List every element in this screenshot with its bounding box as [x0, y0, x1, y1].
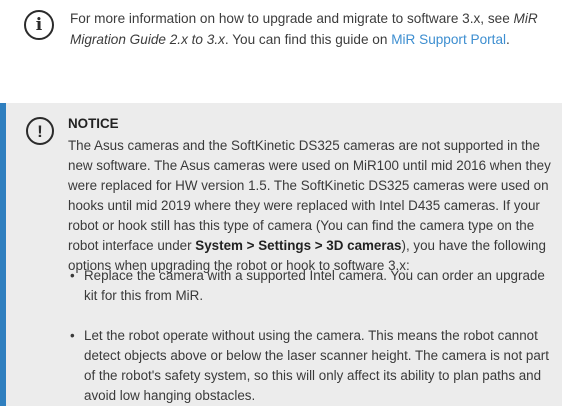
- info-circle-icon: i: [24, 10, 54, 40]
- support-portal-link[interactable]: MiR Support Portal: [391, 32, 506, 47]
- info-callout: i For more information on how to upgrade…: [24, 8, 544, 50]
- info-text-part-1: For more information on how to upgrade a…: [70, 11, 514, 26]
- list-item: • Let the robot operate without using the…: [68, 326, 558, 406]
- bullet: •: [70, 268, 75, 283]
- options-list: • Replace the camera with a supported Int…: [68, 266, 558, 406]
- info-text-part-3: .: [506, 32, 510, 47]
- camera-settings-path: System > Settings > 3D cameras: [195, 238, 402, 253]
- option-operate-without-camera: Let the robot operate without using the …: [84, 328, 549, 403]
- notice-box: ! NOTICE The Asus cameras and the SoftKi…: [0, 103, 562, 406]
- notice-body: The Asus cameras and the SoftKinetic DS3…: [68, 136, 556, 276]
- list-item: • Replace the camera with a supported Int…: [68, 266, 558, 306]
- exclamation-circle-icon: !: [26, 117, 54, 145]
- bullet: •: [70, 328, 75, 343]
- info-text-part-2: . You can find this guide on: [224, 32, 392, 47]
- info-text: For more information on how to upgrade a…: [70, 8, 544, 50]
- notice-body-part-1: The Asus cameras and the SoftKinetic DS3…: [68, 138, 551, 253]
- notice-title: NOTICE: [68, 116, 119, 131]
- option-replace-camera: Replace the camera with a supported Inte…: [84, 268, 545, 303]
